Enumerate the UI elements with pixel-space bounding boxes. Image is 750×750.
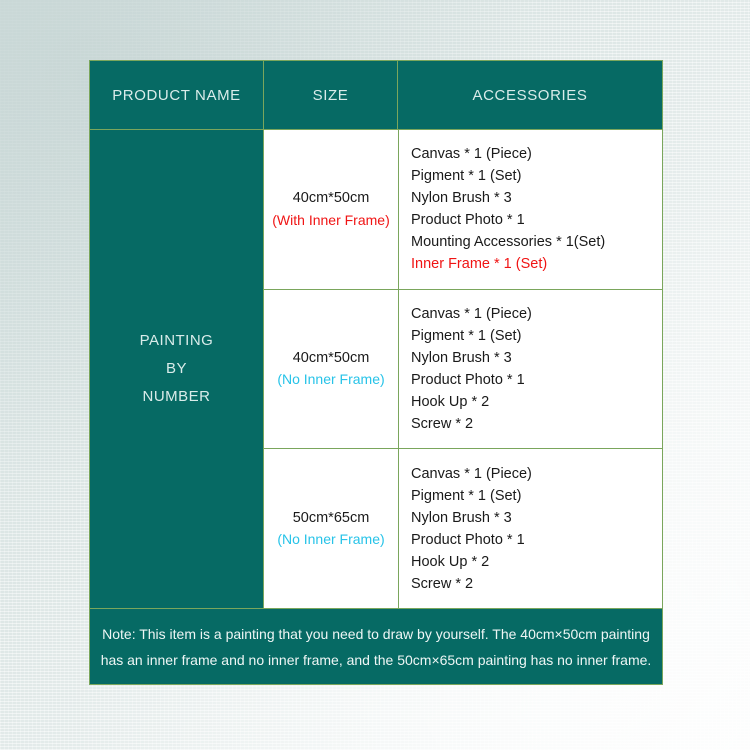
size-cell: 50cm*65cm (No Inner Frame) (264, 449, 398, 609)
size-cell: 40cm*50cm (With Inner Frame) (264, 130, 398, 289)
accessory-item: Pigment * 1 (Set) (411, 168, 522, 185)
accessory-item: Canvas * 1 (Piece) (411, 465, 532, 482)
size-cell: 40cm*50cm (No Inner Frame) (264, 289, 398, 449)
accessory-item: Nylon Brush * 3 (411, 190, 512, 207)
table-body: PAINTING BY NUMBER 40cm*50cm (With Inner… (90, 130, 662, 609)
column-header-size-label: SIZE (312, 86, 349, 104)
accessory-item: Canvas * 1 (Piece) (411, 306, 532, 322)
accessories-cell: Canvas * 1 (Piece) Pigment * 1 (Set) Nyl… (398, 130, 662, 289)
table-row: 50cm*65cm (No Inner Frame) Canvas * 1 (P… (264, 448, 662, 609)
table-header-row: PRODUCT NAME SIZE ACCESSORIES (90, 61, 662, 130)
accessory-item: Screw * 2 (411, 416, 474, 432)
accessories-cell: Canvas * 1 (Piece) Pigment * 1 (Set) Nyl… (398, 449, 662, 609)
product-name-cell: PAINTING BY NUMBER (90, 130, 263, 608)
accessory-item: Product Photo * 1 (411, 372, 525, 388)
accessory-item: Nylon Brush * 3 (411, 350, 512, 366)
table-row: 40cm*50cm (With Inner Frame) Canvas * 1 … (264, 130, 662, 289)
accessory-item: Nylon Brush * 3 (411, 509, 512, 526)
accessory-item: Product Photo * 1 (411, 531, 525, 548)
table-note-row: Note: This item is a painting that you n… (90, 608, 662, 684)
table-note-line-2: has an inner frame and no inner frame, a… (100, 651, 652, 668)
accessory-item: Hook Up * 2 (411, 553, 490, 570)
column-header-product-name: PRODUCT NAME (90, 61, 263, 129)
column-header-size: SIZE (263, 61, 397, 129)
product-specification-table: PRODUCT NAME SIZE ACCESSORIES PAINTING B… (89, 60, 663, 685)
accessory-item: Product Photo * 1 (411, 212, 525, 229)
accessory-item: Pigment * 1 (Set) (411, 328, 522, 344)
product-name-line-1: PAINTING (139, 332, 214, 350)
accessory-item: Pigment * 1 (Set) (411, 487, 522, 504)
table-note: Note: This item is a painting that you n… (100, 621, 652, 673)
table-row: 40cm*50cm (No Inner Frame) Canvas * 1 (P… (264, 288, 662, 449)
size-frame-note: (With Inner Frame) (272, 211, 390, 228)
variant-rows: 40cm*50cm (With Inner Frame) Canvas * 1 … (263, 130, 662, 609)
size-frame-note: (No Inner Frame) (277, 371, 385, 388)
product-name-line-3: NUMBER (142, 387, 211, 405)
accessory-item: Screw * 2 (411, 575, 474, 592)
accessory-item-highlighted: Inner Frame * 1 (Set) (411, 256, 548, 273)
accessory-item: Hook Up * 2 (411, 394, 490, 410)
accessory-item: Mounting Accessories * 1(Set) (411, 234, 606, 251)
size-frame-note: (No Inner Frame) (277, 531, 385, 548)
product-name-line-2: BY (165, 360, 187, 378)
accessories-cell: Canvas * 1 (Piece) Pigment * 1 (Set) Nyl… (398, 289, 662, 449)
table-note-line-1: Note: This item is a painting that you n… (102, 625, 650, 642)
accessory-item: Canvas * 1 (Piece) (411, 146, 532, 163)
size-value: 40cm*50cm (292, 349, 370, 366)
column-header-accessories: ACCESSORIES (397, 61, 662, 129)
column-header-product-name-label: PRODUCT NAME (112, 86, 241, 104)
size-value: 50cm*65cm (292, 509, 370, 526)
size-value: 40cm*50cm (292, 190, 370, 207)
column-header-accessories-label: ACCESSORIES (472, 86, 588, 104)
